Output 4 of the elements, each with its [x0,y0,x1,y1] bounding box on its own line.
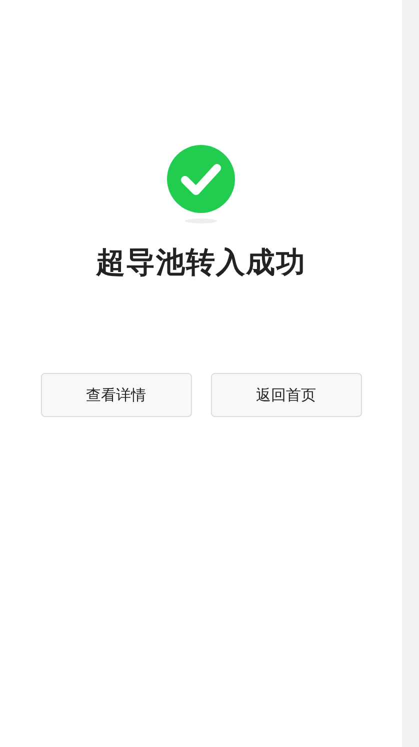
action-button[interactable]: 返回首页 [210,373,362,417]
success-title: 超导池转入成功 [96,244,306,281]
action-button[interactable]: 查看详情 [40,373,192,417]
checkmark-icon [167,145,235,225]
